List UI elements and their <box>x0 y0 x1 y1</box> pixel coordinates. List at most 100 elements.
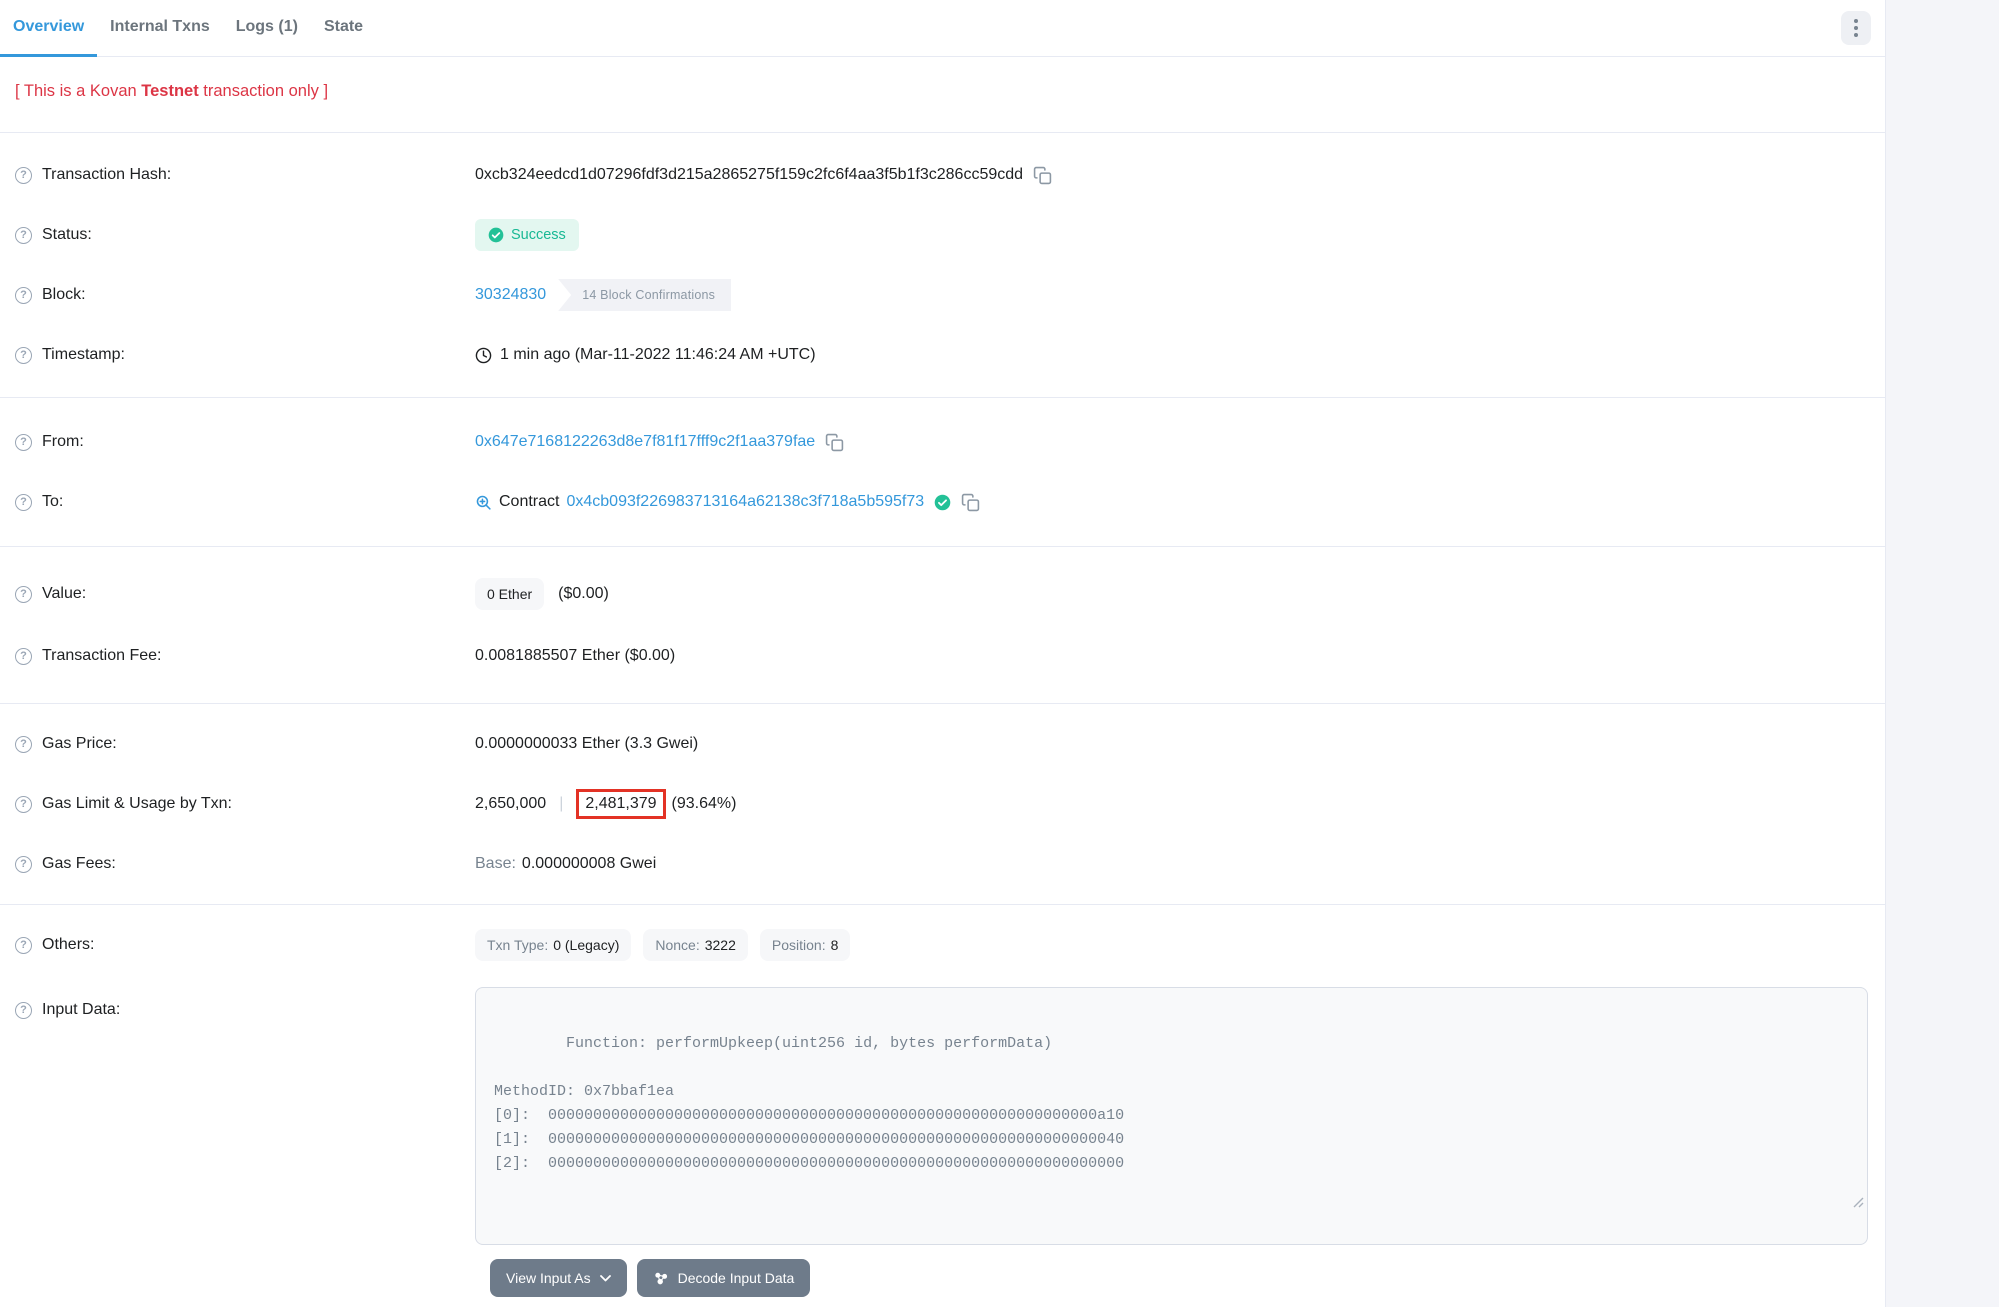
value-ether-text: 0 Ether <box>487 586 532 602</box>
view-input-as-label: View Input As <box>506 1270 591 1286</box>
txn-type-name: Txn Type: <box>487 937 548 953</box>
help-icon[interactable]: ? <box>15 856 32 873</box>
row-status: ? Status: Success <box>0 205 1885 265</box>
testnet-warning: [ This is a Kovan Testnet transaction on… <box>0 57 1885 132</box>
input-data-text: Function: performUpkeep(uint256 id, byte… <box>494 1035 1124 1172</box>
kebab-icon <box>1854 19 1858 37</box>
decode-input-data-button[interactable]: Decode Input Data <box>637 1259 811 1297</box>
txn-type-value: 0 (Legacy) <box>553 937 619 953</box>
more-options-button[interactable] <box>1841 11 1871 45</box>
testnet-warning-suffix: transaction only ] <box>199 82 328 100</box>
transaction-fee-value: 0.0081885507 Ether ($0.00) <box>475 647 675 665</box>
txn-type-badge: Txn Type: 0 (Legacy) <box>475 929 631 961</box>
transaction-hash-label: Transaction Hash: <box>42 166 171 184</box>
row-timestamp: ? Timestamp: 1 min ago (Mar-11-2022 11:4… <box>0 325 1885 385</box>
gas-price-label: Gas Price: <box>42 735 117 753</box>
to-label: To: <box>42 493 63 511</box>
row-gas-limit-usage: ? Gas Limit & Usage by Txn: 2,650,000 | … <box>0 774 1885 834</box>
to-address-link[interactable]: 0x4cb093f226983713164a62138c3f718a5b595f… <box>566 493 924 511</box>
help-icon[interactable]: ? <box>15 287 32 304</box>
others-label: Others: <box>42 936 94 954</box>
row-input-data: ? Input Data: Function: performUpkeep(ui… <box>0 987 1885 1245</box>
block-number-link[interactable]: 30324830 <box>475 286 546 304</box>
status-label: Status: <box>42 226 92 244</box>
testnet-warning-prefix: [ This is a Kovan <box>15 82 141 100</box>
section-value: ? Value: 0 Ether ($0.00) ? Transaction F… <box>0 547 1885 703</box>
gas-used-annotation-box: 2,481,379 <box>576 789 665 819</box>
section-others-input: ? Others: Txn Type: 0 (Legacy) Nonce: 32… <box>0 905 1885 1307</box>
block-label: Block: <box>42 286 86 304</box>
status-text: Success <box>511 227 566 243</box>
status-badge: Success <box>475 219 579 251</box>
help-icon[interactable]: ? <box>15 586 32 603</box>
tab-logs[interactable]: Logs (1) <box>223 0 311 57</box>
gas-fees-base-value: 0.000000008 Gwei <box>522 855 656 873</box>
tab-bar: Overview Internal Txns Logs (1) State <box>0 0 1885 57</box>
section-parties: ? From: 0x647e7168122263d8e7f81f17fff9c2… <box>0 398 1885 546</box>
copy-icon[interactable] <box>961 493 980 512</box>
value-label: Value: <box>42 585 86 603</box>
zoom-in-icon[interactable] <box>475 494 492 511</box>
help-icon[interactable]: ? <box>15 434 32 451</box>
timestamp-value: 1 min ago (Mar-11-2022 11:46:24 AM +UTC) <box>500 346 816 364</box>
row-block: ? Block: 30324830 14 Block Confirmations <box>0 265 1885 325</box>
help-icon[interactable]: ? <box>15 796 32 813</box>
gas-used-percent: (93.64%) <box>672 795 737 813</box>
nonce-name: Nonce: <box>655 937 699 953</box>
value-ether-badge: 0 Ether <box>475 578 544 610</box>
gas-fees-base-label: Base: <box>475 855 516 873</box>
gas-fees-label: Gas Fees: <box>42 855 116 873</box>
from-label: From: <box>42 433 84 451</box>
section-summary: ? Transaction Hash: 0xcb324eedcd1d07296f… <box>0 133 1885 397</box>
to-contract-word: Contract <box>499 493 559 511</box>
copy-icon[interactable] <box>1033 166 1052 185</box>
transaction-hash-value: 0xcb324eedcd1d07296fdf3d215a2865275f159c… <box>475 166 1023 184</box>
decode-icon <box>653 1270 669 1286</box>
help-icon[interactable]: ? <box>15 937 32 954</box>
transaction-hash-label-wrap: ? Transaction Hash: <box>15 166 475 184</box>
help-icon[interactable]: ? <box>15 347 32 364</box>
input-actions: View Input As Decode Input Data <box>0 1245 1885 1307</box>
tab-internal-txns[interactable]: Internal Txns <box>97 0 223 57</box>
row-gas-price: ? Gas Price: 0.0000000033 Ether (3.3 Gwe… <box>0 714 1885 774</box>
tab-state[interactable]: State <box>311 0 376 57</box>
chevron-down-icon <box>600 1275 611 1282</box>
timestamp-label: Timestamp: <box>42 346 125 364</box>
nonce-badge: Nonce: 3222 <box>643 929 748 961</box>
clock-icon <box>475 347 492 364</box>
gas-price-value: 0.0000000033 Ether (3.3 Gwei) <box>475 735 698 753</box>
row-to: ? To: Contract 0x4cb093f226983713164a621… <box>0 472 1885 532</box>
resize-handle[interactable] <box>1763 1169 1864 1241</box>
section-gas: ? Gas Price: 0.0000000033 Ether (3.3 Gwe… <box>0 704 1885 904</box>
help-icon[interactable]: ? <box>15 648 32 665</box>
help-icon[interactable]: ? <box>15 494 32 511</box>
row-transaction-hash: ? Transaction Hash: 0xcb324eedcd1d07296f… <box>0 145 1885 205</box>
verified-check-icon <box>934 494 951 511</box>
testnet-warning-bold: Testnet <box>141 82 198 100</box>
transaction-overview-card: Overview Internal Txns Logs (1) State [ … <box>0 0 1886 1307</box>
position-value: 8 <box>831 937 839 953</box>
help-icon[interactable]: ? <box>15 736 32 753</box>
transaction-fee-label: Transaction Fee: <box>42 647 161 665</box>
help-icon[interactable]: ? <box>15 227 32 244</box>
nonce-value: 3222 <box>705 937 736 953</box>
tab-overview[interactable]: Overview <box>0 0 97 57</box>
gas-separator: | <box>559 795 563 813</box>
value-usd: ($0.00) <box>558 585 609 603</box>
copy-icon[interactable] <box>825 433 844 452</box>
from-address-link[interactable]: 0x647e7168122263d8e7f81f17fff9c2f1aa379f… <box>475 433 815 451</box>
row-transaction-fee: ? Transaction Fee: 0.0081885507 Ether ($… <box>0 625 1885 687</box>
input-data-textarea[interactable]: Function: performUpkeep(uint256 id, byte… <box>475 987 1868 1245</box>
gas-limit-value: 2,650,000 <box>475 795 546 813</box>
row-others: ? Others: Txn Type: 0 (Legacy) Nonce: 32… <box>0 917 1885 973</box>
help-icon[interactable]: ? <box>15 1002 32 1019</box>
position-badge: Position: 8 <box>760 929 851 961</box>
row-gas-fees: ? Gas Fees: Base: 0.000000008 Gwei <box>0 834 1885 894</box>
position-name: Position: <box>772 937 826 953</box>
input-data-label: Input Data: <box>42 1001 120 1019</box>
row-value: ? Value: 0 Ether ($0.00) <box>0 563 1885 625</box>
decode-input-data-label: Decode Input Data <box>678 1270 795 1286</box>
block-confirmations-badge: 14 Block Confirmations <box>558 279 731 311</box>
help-icon[interactable]: ? <box>15 167 32 184</box>
view-input-as-button[interactable]: View Input As <box>490 1259 627 1297</box>
